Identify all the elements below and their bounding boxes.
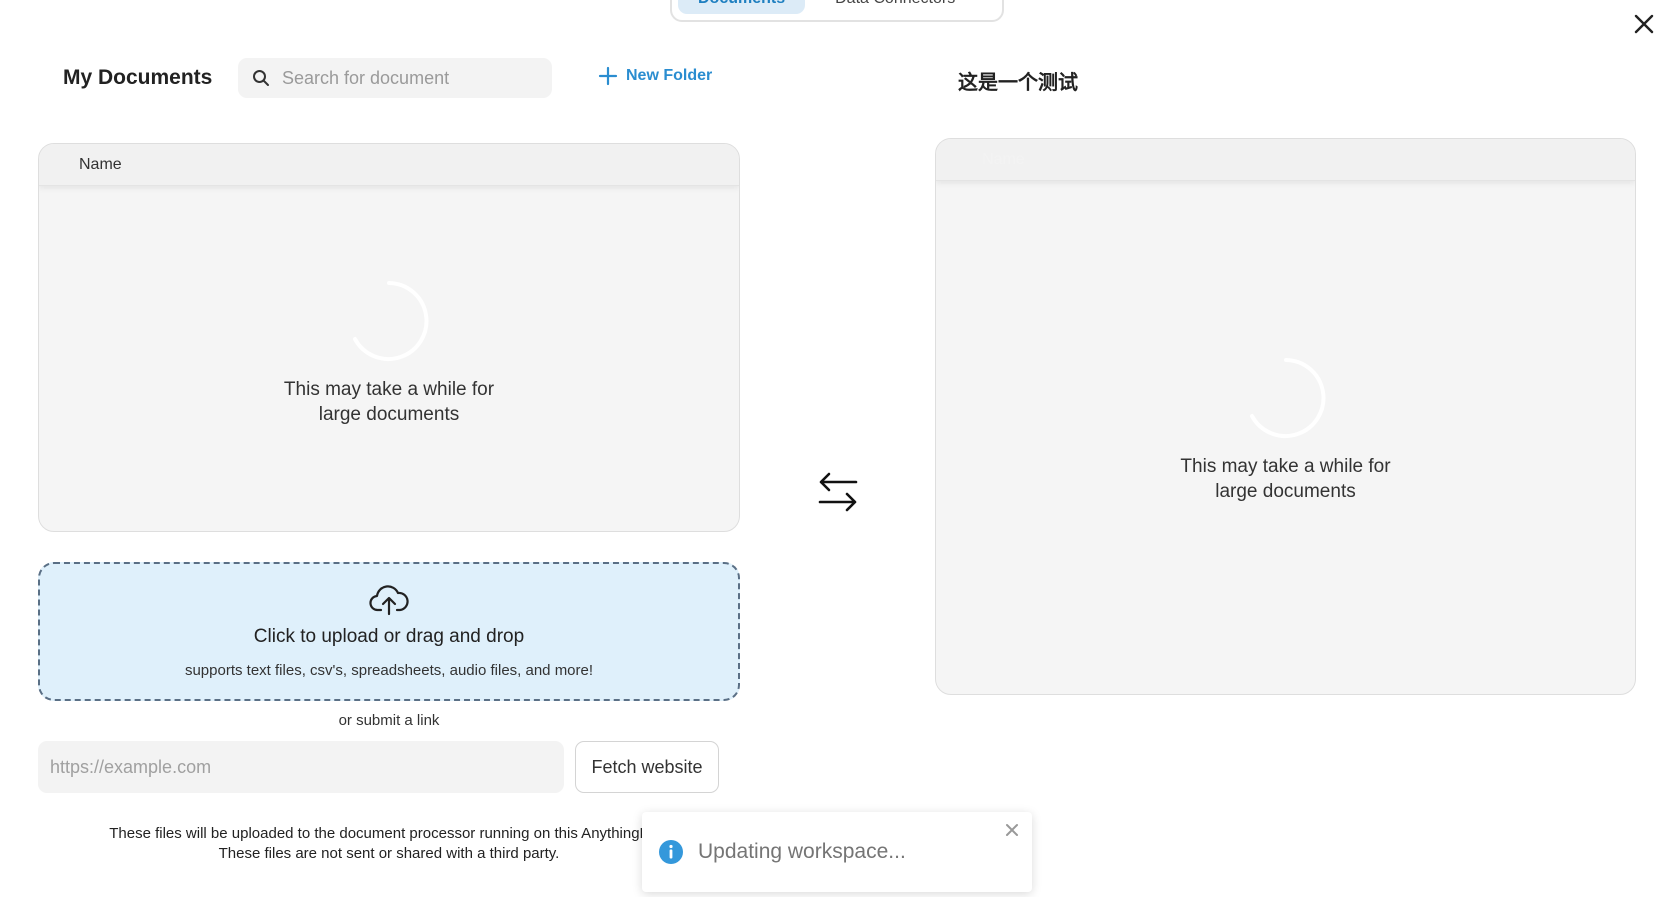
upload-dropzone[interactable]: Click to upload or drag and drop support… <box>38 562 740 701</box>
loading-indicator: This may take a while for large document… <box>936 356 1635 504</box>
plus-icon <box>598 66 618 86</box>
spinner-icon <box>353 281 429 361</box>
privacy-footnote: These files will be uploaded to the docu… <box>109 825 669 862</box>
tab-documents[interactable]: Documents <box>678 0 806 14</box>
toast-message: Updating workspace... <box>698 840 906 863</box>
document-manager-modal: Documents Data Connectors My Documents N… <box>0 0 1668 897</box>
tab-data-connectors[interactable]: Data Connectors <box>815 0 975 14</box>
link-url-input[interactable] <box>38 741 564 793</box>
upload-title: Click to upload or drag and drop <box>253 626 525 647</box>
search-input[interactable] <box>282 67 532 89</box>
or-submit-link-label: or submit a link <box>338 712 440 729</box>
tab-switcher: Documents Data Connectors <box>670 0 1004 22</box>
my-documents-title: My Documents <box>63 66 213 89</box>
workspace-title: 这是一个测试 <box>958 72 1078 94</box>
notification-toast: Updating workspace... <box>642 812 1032 892</box>
name-column-header[interactable]: Name <box>39 144 739 186</box>
close-icon[interactable] <box>1630 10 1658 38</box>
search-bar[interactable] <box>238 58 552 98</box>
search-icon <box>253 70 269 86</box>
loading-indicator: This may take a while for large document… <box>39 279 739 427</box>
my-documents-panel: Name This may take a while for large doc… <box>38 143 740 532</box>
new-folder-button[interactable]: New Folder <box>598 66 712 86</box>
workspace-documents-panel: Name This may take a while for large doc… <box>935 138 1636 695</box>
swap-arrows-icon[interactable] <box>816 470 860 514</box>
cloud-upload-icon <box>369 585 409 616</box>
fetch-website-button[interactable]: Fetch website <box>575 741 719 793</box>
upload-subtitle: supports text files, csv's, spreadsheets… <box>184 662 594 679</box>
new-folder-label: New Folder <box>626 67 713 84</box>
loading-text: This may take a while for large document… <box>283 379 495 425</box>
info-icon <box>659 840 683 864</box>
spinner-icon <box>1249 358 1325 438</box>
name-column-header[interactable]: Name <box>936 139 1635 181</box>
close-icon[interactable] <box>1004 822 1020 838</box>
loading-text: This may take a while for large document… <box>1180 456 1391 502</box>
